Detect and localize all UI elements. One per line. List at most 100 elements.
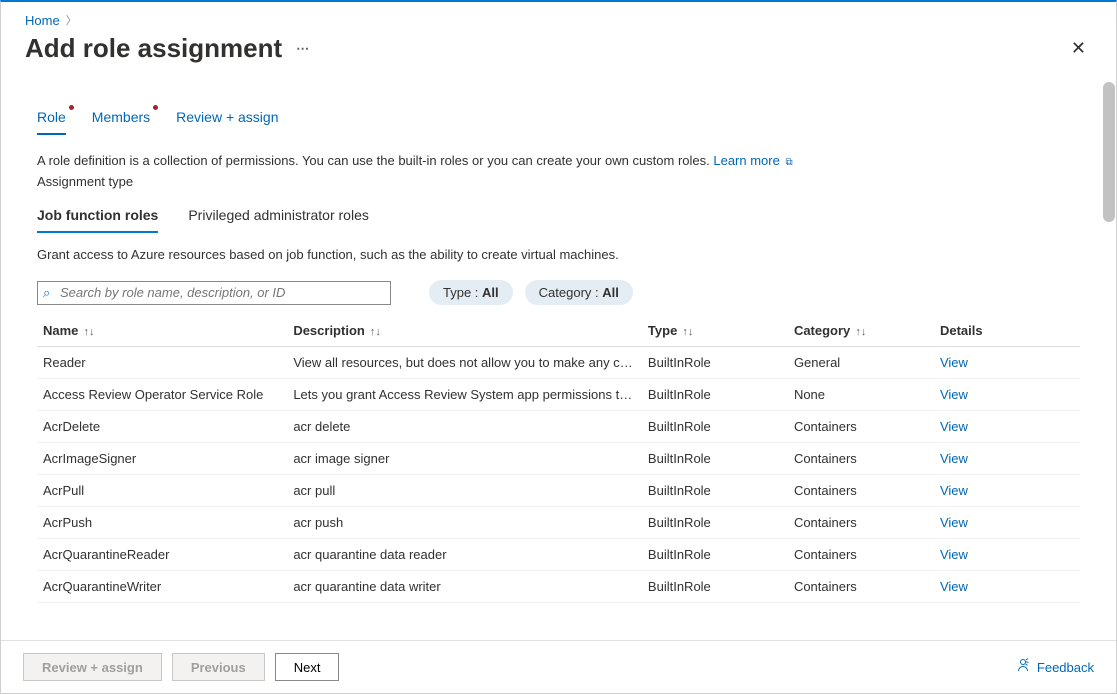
view-link[interactable]: View <box>940 355 968 370</box>
sort-icon: ↑↓ <box>679 326 693 338</box>
col-name-label: Name <box>43 323 78 338</box>
required-dot-icon <box>153 105 158 110</box>
chevron-right-icon: 〉 <box>66 12 77 28</box>
feedback-icon <box>1015 657 1031 677</box>
filter-type-value: All <box>482 285 499 300</box>
view-link[interactable]: View <box>940 579 968 594</box>
search-input[interactable] <box>37 281 391 305</box>
roles-table: Name ↑↓ Description ↑↓ Type ↑↓ Category … <box>37 315 1080 603</box>
view-link[interactable]: View <box>940 483 968 498</box>
feedback-link[interactable]: Feedback <box>1015 657 1094 677</box>
sort-icon: ↑↓ <box>852 326 866 338</box>
cell-type: BuiltInRole <box>642 539 788 571</box>
cell-type: BuiltInRole <box>642 379 788 411</box>
learn-more-label: Learn more <box>713 153 779 168</box>
cell-category: Containers <box>788 411 934 443</box>
role-type-tabs: Job function roles Privileged administra… <box>1 189 1116 233</box>
cell-description: acr push <box>287 507 642 539</box>
scrollbar[interactable] <box>1103 82 1115 222</box>
cell-name: AcrImageSigner <box>37 443 287 475</box>
table-row[interactable]: AcrPullacr pullBuiltInRoleContainers View <box>37 475 1080 507</box>
table-row[interactable]: AcrImageSigneracr image signerBuiltInRol… <box>37 443 1080 475</box>
cell-description: acr delete <box>287 411 642 443</box>
filter-pill-category[interactable]: Category : All <box>525 280 633 305</box>
cell-name: AcrPush <box>37 507 287 539</box>
previous-button: Previous <box>172 653 265 681</box>
table-row[interactable]: AcrQuarantineWriteracr quarantine data w… <box>37 571 1080 603</box>
assignment-type-label: Assignment type <box>1 170 1116 189</box>
col-type-label: Type <box>648 323 677 338</box>
col-category-label: Category <box>794 323 850 338</box>
subtab-privileged[interactable]: Privileged administrator roles <box>188 207 369 233</box>
sort-icon: ↑↓ <box>367 326 381 338</box>
table-row[interactable]: AcrDeleteacr deleteBuiltInRoleContainers… <box>37 411 1080 443</box>
filter-category-label: Category : <box>539 285 603 300</box>
cell-description: View all resources, but does not allow y… <box>287 347 642 379</box>
view-link[interactable]: View <box>940 387 968 402</box>
col-name[interactable]: Name ↑↓ <box>37 315 287 347</box>
cell-type: BuiltInRole <box>642 475 788 507</box>
cell-category: None <box>788 379 934 411</box>
view-link[interactable]: View <box>940 419 968 434</box>
breadcrumb-home[interactable]: Home <box>25 13 60 28</box>
col-details: Details <box>934 315 1080 347</box>
view-link[interactable]: View <box>940 515 968 530</box>
subtab-job-function[interactable]: Job function roles <box>37 207 158 233</box>
close-icon[interactable]: ✕ <box>1065 32 1092 65</box>
search-icon: ⌕ <box>43 285 50 301</box>
cell-category: Containers <box>788 443 934 475</box>
view-link[interactable]: View <box>940 451 968 466</box>
tab-role-label: Role <box>37 109 66 125</box>
cell-description: acr image signer <box>287 443 642 475</box>
intro-text-body: A role definition is a collection of per… <box>37 153 713 168</box>
cell-type: BuiltInRole <box>642 571 788 603</box>
review-assign-button: Review + assign <box>23 653 162 681</box>
cell-description: acr quarantine data reader <box>287 539 642 571</box>
cell-name: AcrQuarantineReader <box>37 539 287 571</box>
table-row[interactable]: AcrPushacr pushBuiltInRoleContainersView <box>37 507 1080 539</box>
cell-description: Lets you grant Access Review System app … <box>287 379 642 411</box>
cell-category: Containers <box>788 475 934 507</box>
tab-members-label: Members <box>92 109 150 125</box>
cell-name: AcrDelete <box>37 411 287 443</box>
col-description-label: Description <box>293 323 365 338</box>
search-wrapper: ⌕ <box>37 281 391 305</box>
page-title-text: Add role assignment <box>25 33 282 64</box>
tab-members[interactable]: Members <box>92 109 150 135</box>
cell-name: AcrPull <box>37 475 287 507</box>
more-icon[interactable]: ⋯ <box>296 41 309 57</box>
required-dot-icon <box>69 105 74 110</box>
filter-type-label: Type : <box>443 285 482 300</box>
wizard-tabs: Role Members Review + assign <box>1 73 1116 135</box>
tab-review-label: Review + assign <box>176 109 278 125</box>
next-button[interactable]: Next <box>275 653 340 681</box>
cell-type: BuiltInRole <box>642 507 788 539</box>
cell-name: AcrQuarantineWriter <box>37 571 287 603</box>
cell-description: acr pull <box>287 475 642 507</box>
cell-name: Reader <box>37 347 287 379</box>
learn-more-link[interactable]: Learn more ⧉ <box>713 153 792 168</box>
table-row[interactable]: ReaderView all resources, but does not a… <box>37 347 1080 379</box>
view-link[interactable]: View <box>940 547 968 562</box>
cell-name: Access Review Operator Service Role <box>37 379 287 411</box>
sort-icon: ↑↓ <box>80 326 94 338</box>
intro-text: A role definition is a collection of per… <box>1 135 1116 170</box>
tab-review[interactable]: Review + assign <box>176 109 278 135</box>
tab-role[interactable]: Role <box>37 109 66 135</box>
feedback-label: Feedback <box>1037 660 1094 675</box>
cell-type: BuiltInRole <box>642 411 788 443</box>
table-row[interactable]: AcrQuarantineReaderacr quarantine data r… <box>37 539 1080 571</box>
col-description[interactable]: Description ↑↓ <box>287 315 642 347</box>
cell-type: BuiltInRole <box>642 347 788 379</box>
breadcrumb: Home 〉 <box>1 2 1116 32</box>
filter-pill-type[interactable]: Type : All <box>429 280 513 305</box>
col-details-label: Details <box>940 323 983 338</box>
cell-category: Containers <box>788 571 934 603</box>
cell-category: General <box>788 347 934 379</box>
cell-type: BuiltInRole <box>642 443 788 475</box>
footer: Review + assign Previous Next Feedback <box>1 640 1116 693</box>
col-type[interactable]: Type ↑↓ <box>642 315 788 347</box>
col-category[interactable]: Category ↑↓ <box>788 315 934 347</box>
page-title: Add role assignment ⋯ <box>25 33 309 64</box>
table-row[interactable]: Access Review Operator Service RoleLets … <box>37 379 1080 411</box>
